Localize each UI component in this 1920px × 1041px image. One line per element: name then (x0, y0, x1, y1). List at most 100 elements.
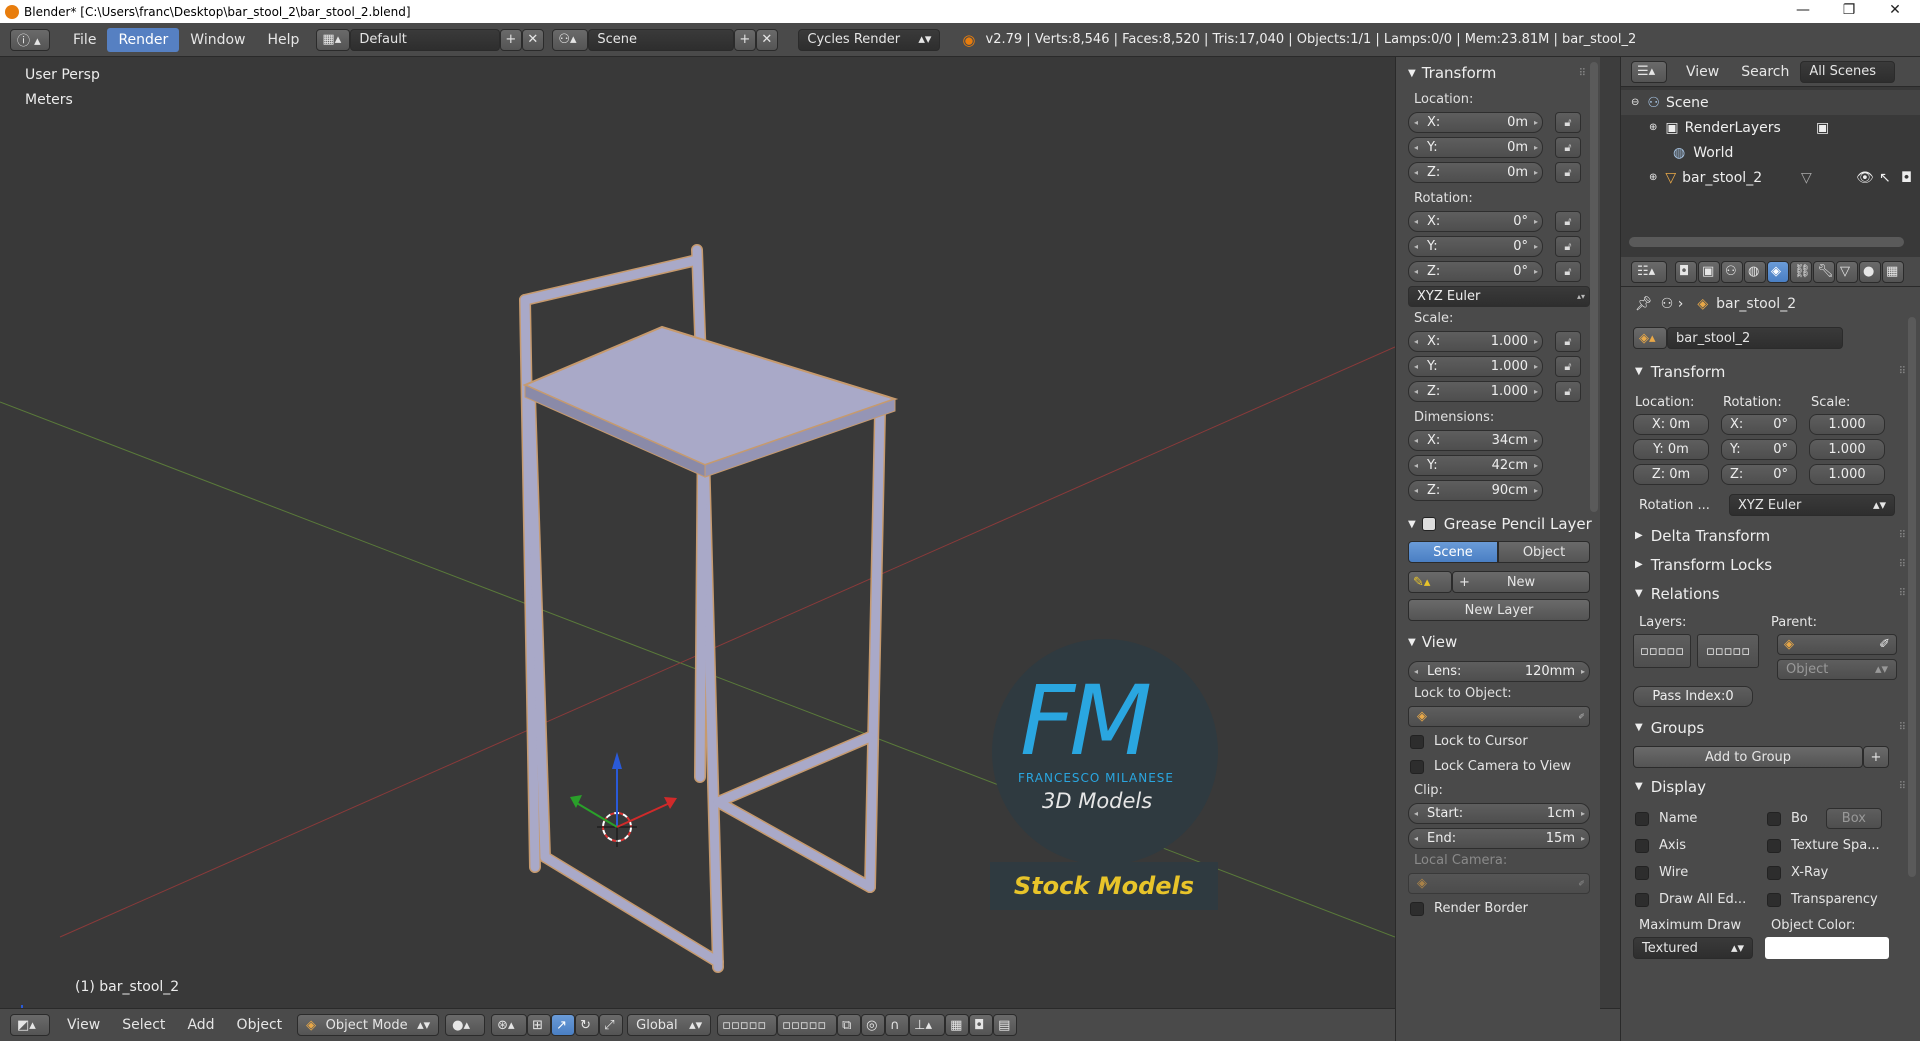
local-camera-field[interactable]: ◈ ✐ (1408, 873, 1590, 894)
outliner-hscrollbar[interactable] (1629, 237, 1904, 247)
clip-start-field[interactable]: ◂ Start: 1cm ▸ (1408, 803, 1590, 824)
lock-icon[interactable]: 🔓︎ (1555, 261, 1581, 282)
proportional-edit-button[interactable]: ◎ (861, 1014, 886, 1036)
constraints-tab-icon[interactable]: ⛓ (1790, 260, 1812, 283)
npanel-view-header[interactable]: ▼ View (1396, 629, 1600, 655)
props-scale-y[interactable]: 1.000 (1809, 439, 1885, 460)
lock-icon[interactable]: 🔓︎ (1555, 236, 1581, 257)
new-layer-button[interactable]: New Layer (1408, 599, 1590, 621)
props-rot-y[interactable]: Y: 0° (1721, 439, 1797, 460)
display-name-row[interactable]: Name (1635, 805, 1767, 832)
grease-pencil-header[interactable]: ▼ Grease Pencil Layer (1396, 511, 1600, 537)
menu-add[interactable]: Add (176, 1017, 225, 1033)
scene-name-field[interactable]: Scene (588, 28, 735, 51)
opengl-render-button[interactable]: ▦ (945, 1014, 970, 1036)
pivot-point-select[interactable]: ⊛▴ (491, 1014, 528, 1036)
object-browse-button[interactable]: ◈▴ (1633, 327, 1667, 349)
lock-to-cursor-row[interactable]: Lock to Cursor (1396, 729, 1600, 754)
props-scale-z[interactable]: 1.000 (1809, 464, 1885, 485)
display-texspace-row[interactable]: Texture Spa... (1767, 832, 1897, 859)
menu-select[interactable]: Select (111, 1017, 176, 1033)
props-loc-y[interactable]: Y: 0m (1633, 439, 1709, 460)
max-draw-select[interactable]: Textured ▴▾ (1633, 937, 1753, 959)
editor-type-properties-button[interactable]: ☷▴ (1631, 260, 1667, 283)
outliner-display-mode-select[interactable]: All Scenes (1800, 60, 1896, 83)
translate-manipulator-button[interactable]: ↗ (551, 1014, 576, 1036)
display-transparency-checkbox[interactable] (1767, 892, 1781, 907)
dimension-y-field[interactable]: ◂ Y: 42cm ▸ (1408, 455, 1543, 476)
grease-scene-tab[interactable]: Scene (1408, 541, 1498, 563)
pin-icon[interactable]: 📌︎ (1635, 296, 1653, 312)
location-x-field[interactable]: ◂ X: 0m ▸ (1408, 112, 1543, 133)
display-wire-row[interactable]: Wire (1635, 859, 1767, 886)
display-xray-checkbox[interactable] (1767, 865, 1781, 880)
snap-toggle[interactable]: ∩ (885, 1014, 910, 1036)
grease-new-button[interactable]: + New (1452, 571, 1590, 593)
display-name-checkbox[interactable] (1635, 811, 1649, 826)
display-texspace-checkbox[interactable] (1767, 838, 1781, 853)
props-rot-x[interactable]: X: 0° (1721, 414, 1797, 435)
menu-object[interactable]: Object (226, 1017, 294, 1033)
display-header[interactable]: ▼ Display ⠿ (1621, 772, 1920, 801)
render-animation-button[interactable]: ▤ (993, 1014, 1018, 1036)
bounds-type-select[interactable]: Box (1825, 808, 1882, 829)
parent-type-select[interactable]: Object ▴▾ (1777, 659, 1897, 680)
editor-type-outliner-button[interactable]: ☰▴ (1631, 60, 1667, 83)
layers-grid-a[interactable]: ▫▫▫▫▫ (1633, 634, 1691, 668)
outliner-menu-search[interactable]: Search (1730, 64, 1800, 80)
display-xray-row[interactable]: X-Ray (1767, 859, 1897, 886)
dimension-z-field[interactable]: ◂ Z: 90cm ▸ (1408, 480, 1543, 501)
outliner-item-renderlayers[interactable]: ⊕ ▣ RenderLayers ▣ (1621, 115, 1920, 140)
render-border-checkbox[interactable] (1410, 901, 1424, 916)
add-layout-button[interactable]: + (500, 28, 523, 51)
object-color-swatch[interactable] (1765, 937, 1889, 959)
eye-icon[interactable]: 👁︎ (1856, 170, 1874, 186)
lock-to-cursor-checkbox[interactable] (1410, 734, 1424, 749)
lock-icon[interactable]: 🔓︎ (1555, 162, 1581, 183)
material-tab-icon[interactable]: ● (1859, 260, 1881, 283)
location-y-field[interactable]: ◂ Y: 0m ▸ (1408, 137, 1543, 158)
props-rot-z[interactable]: Z: 0° (1721, 464, 1797, 485)
menu-help[interactable]: Help (256, 32, 310, 48)
modifiers-tab-icon[interactable]: 🔧︎ (1813, 260, 1835, 283)
3d-viewport[interactable]: User Persp Meters (1) bar_stool_2 FM FRA… (0, 57, 1395, 1008)
outliner-item-scene[interactable]: ⊖ ⚇ Scene (1621, 90, 1920, 115)
props-loc-z[interactable]: Z: 0m (1633, 464, 1709, 485)
grease-object-tab[interactable]: Object (1498, 541, 1590, 563)
scale-z-field[interactable]: ◂ Z: 1.000 ▸ (1408, 381, 1543, 402)
lock-object-field[interactable]: ◈ ✐ (1408, 706, 1590, 727)
close-button[interactable]: ✕ (1872, 0, 1918, 23)
display-axis-checkbox[interactable] (1635, 838, 1649, 853)
world-tab-icon[interactable]: ◍ (1744, 260, 1766, 283)
display-wire-checkbox[interactable] (1635, 865, 1649, 880)
display-bounds-checkbox[interactable] (1767, 811, 1781, 826)
lock-icon[interactable]: 🔓︎ (1555, 112, 1581, 133)
npanel-transform-header[interactable]: ▼ Transform ⠿ (1396, 60, 1600, 86)
layers-grid-2[interactable]: ▫▫▫▫▫ (777, 1014, 838, 1036)
add-to-group-button[interactable]: Add to Group (1633, 746, 1863, 768)
display-transparency-row[interactable]: Transparency (1767, 886, 1897, 913)
cursor-select-icon[interactable]: ↖ (1879, 170, 1891, 186)
scene-selector-button[interactable]: ⚇▴ (552, 28, 589, 51)
manipulator-toggle[interactable]: ⊞ (527, 1014, 552, 1036)
properties-scrollbar[interactable] (1908, 317, 1916, 877)
lock-camera-row[interactable]: Lock Camera to View (1396, 754, 1600, 779)
object-tab-icon[interactable]: ◈ (1767, 260, 1789, 283)
viewport-shading-select[interactable]: ●▴ (445, 1014, 486, 1036)
layout-selector-button[interactable]: ▦▴ (316, 28, 351, 51)
clip-end-field[interactable]: ◂ End: 15m ▸ (1408, 828, 1590, 849)
maximize-button[interactable]: ❐ (1826, 0, 1872, 23)
location-z-field[interactable]: ◂ Z: 0m ▸ (1408, 162, 1543, 183)
lock-icon[interactable]: 🔓︎ (1555, 381, 1581, 402)
lock-layers-button[interactable]: ⧉ (837, 1014, 862, 1036)
lock-icon[interactable]: 🔓︎ (1555, 211, 1581, 232)
rotation-y-field[interactable]: ◂ Y: 0° ▸ (1408, 236, 1543, 257)
pass-index-field[interactable]: Pass Index:0 (1633, 686, 1753, 707)
layers-grid-1[interactable]: ▫▫▫▫▫ (717, 1014, 778, 1036)
outliner-item-world[interactable]: ◍ World (1621, 140, 1920, 165)
editor-type-3d-button[interactable]: ◩▴ (10, 1014, 50, 1036)
rotation-x-field[interactable]: ◂ X: 0° ▸ (1408, 211, 1543, 232)
delta-transform-header[interactable]: ▶ Delta Transform ⠿ (1621, 521, 1920, 550)
grease-pencil-checkbox[interactable] (1421, 517, 1436, 531)
dimension-x-field[interactable]: ◂ X: 34cm ▸ (1408, 430, 1543, 451)
